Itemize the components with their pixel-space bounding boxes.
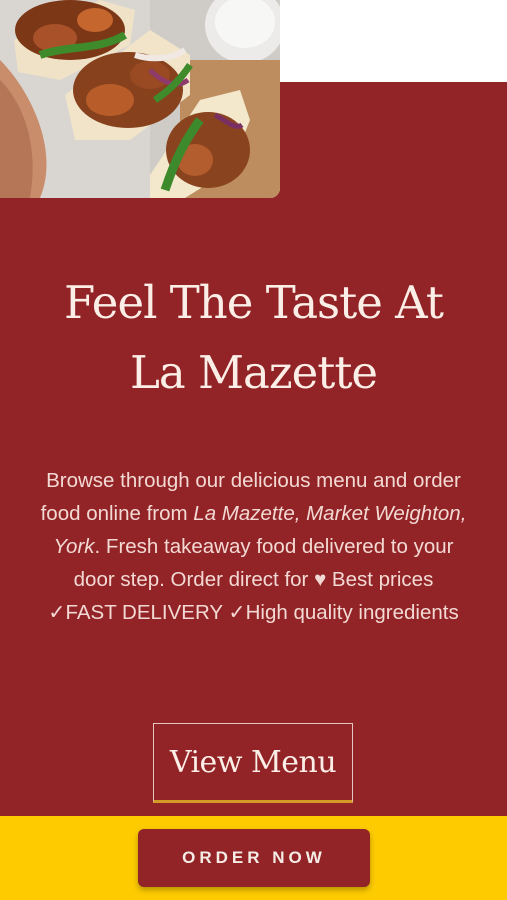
order-now-button[interactable]: ORDER NOW	[138, 829, 370, 887]
intro-text-part-4: FAST DELIVERY	[65, 601, 229, 624]
check-icon: ✓	[48, 601, 66, 624]
page-title: Feel The Taste At La Mazette	[0, 268, 507, 408]
heart-icon: ♥	[314, 568, 327, 591]
hero-image	[0, 0, 280, 198]
view-menu-button[interactable]: View Menu	[153, 723, 353, 803]
order-bar: ORDER NOW	[0, 816, 507, 900]
intro-text-part-3: Best prices	[326, 568, 434, 591]
intro-text: Browse through our delicious menu and or…	[40, 464, 467, 629]
intro-text-part-5: High quality ingredients	[245, 601, 459, 624]
check-icon: ✓	[228, 601, 246, 624]
headline-line-1: Feel The Taste At	[64, 276, 444, 329]
headline-line-2: La Mazette	[129, 346, 378, 399]
